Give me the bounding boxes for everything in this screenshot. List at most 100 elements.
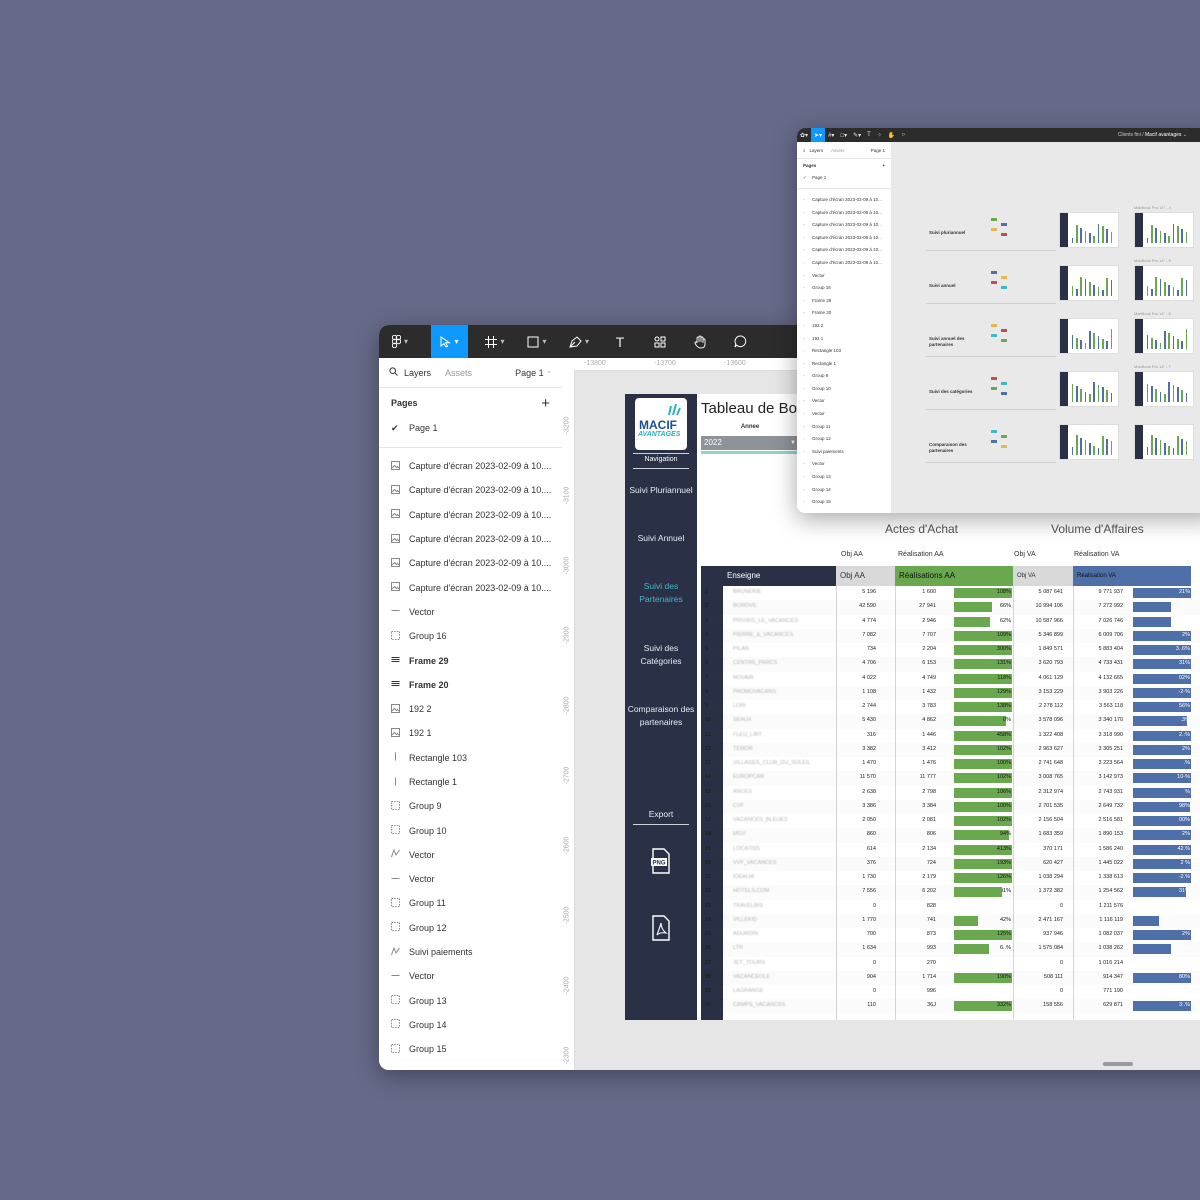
tab-assets[interactable]: Assets bbox=[831, 148, 845, 153]
table-row[interactable]: 6 CENTRE_PARCS 4 706 6 153 131% 3 620 793 4 73… bbox=[701, 657, 1200, 671]
table-row[interactable]: 28 VACANCEOLE 904 1 714 190% 508 111 914 347 80… bbox=[701, 971, 1200, 985]
table-header-real-va[interactable]: Réalisation VA bbox=[1073, 566, 1191, 586]
page-item[interactable]: ✔ Page 1 bbox=[379, 418, 562, 438]
table-row[interactable]: 17 VACANCES_BLEUES 2 050 2 081 102% 2 156 504… bbox=[701, 814, 1200, 828]
search-icon[interactable] bbox=[389, 367, 398, 378]
png-export-icon[interactable]: PNG bbox=[649, 848, 673, 874]
layer-item[interactable]: Rectangle 103 bbox=[379, 746, 562, 770]
pen-tool-button[interactable]: ✎▾ bbox=[850, 128, 864, 142]
layer-item[interactable]: Frame 29 bbox=[379, 648, 562, 672]
screen-thumbnail[interactable] bbox=[1059, 318, 1119, 354]
comment-tool-button[interactable] bbox=[720, 325, 760, 358]
layer-item[interactable]: 192 2 bbox=[379, 697, 562, 721]
layer-item[interactable]: ▫ Capture d'écran 2023-02-09 à 10... bbox=[797, 218, 891, 231]
screen-thumbnail[interactable] bbox=[1059, 371, 1119, 407]
layer-item[interactable]: Rectangle 1 bbox=[379, 770, 562, 794]
figma-logo-icon[interactable]: ▾ bbox=[379, 325, 421, 358]
table-row[interactable]: 9 LORI 2 744 3 783 138% 2 278 112 3 563 118 56% bbox=[701, 700, 1200, 714]
layer-item[interactable]: Group 13 bbox=[379, 989, 562, 1013]
layer-item[interactable]: Capture d'écran 2023-02-09 à 10.... bbox=[379, 454, 562, 478]
table-row[interactable]: 10 SEAUX 5 430 4 862 0% 3 578 096 3 340 170 .3% bbox=[701, 714, 1200, 728]
layer-item[interactable]: ▫ Group 11 bbox=[797, 420, 891, 433]
resources-tool-button[interactable] bbox=[640, 325, 680, 358]
layer-item[interactable]: Capture d'écran 2023-02-09 à 10.... bbox=[379, 575, 562, 599]
table-row[interactable]: 13 VILLAGES_CLUB_DU_SOLEIL 1 470 1 476 100% 2… bbox=[701, 757, 1200, 771]
layer-item[interactable]: Vector bbox=[379, 964, 562, 988]
layer-item[interactable]: ▫ Group 12 bbox=[797, 432, 891, 445]
table-row[interactable]: 20 VVF_VACANCES 376 724 193% 620 427 1 445 022… bbox=[701, 857, 1200, 871]
add-page-icon[interactable]: + bbox=[541, 395, 550, 412]
layer-item[interactable]: Group 14 bbox=[379, 1013, 562, 1037]
layer-item[interactable]: Vector bbox=[379, 843, 562, 867]
shape-tool-button[interactable]: □▾ bbox=[837, 128, 850, 142]
layer-item[interactable]: Group 10 bbox=[379, 818, 562, 842]
table-row[interactable]: 8 PROMOVACANS 1 108 1 432 129% 3 153 229 3 903… bbox=[701, 686, 1200, 700]
frame-tool-button[interactable]: #▾ bbox=[825, 128, 837, 142]
screen-thumbnail[interactable] bbox=[1134, 318, 1194, 354]
screen-thumbnail[interactable] bbox=[1059, 424, 1119, 460]
table-row[interactable]: 21 IDEALIA 1 730 2 179 126% 1 038 294 1 338 61… bbox=[701, 871, 1200, 885]
layer-item[interactable]: ▫ Vector bbox=[797, 269, 891, 282]
table-row[interactable]: 18 MGV 860 806 94% 1 683 359 1 890 153 2% bbox=[701, 828, 1200, 842]
layer-item[interactable]: ▫ Group 10 bbox=[797, 382, 891, 395]
breadcrumb-team[interactable]: Clients fini bbox=[1118, 132, 1141, 138]
components-icon[interactable]: ⁘ bbox=[874, 128, 885, 142]
table-row[interactable]: 23 TRAVELBIS 0 828 0 1 211 576 bbox=[701, 900, 1200, 914]
nav-item-suivi-annuel[interactable]: Suivi Annuel bbox=[625, 532, 697, 545]
layer-item[interactable]: ▫ Vector bbox=[797, 407, 891, 420]
pdf-export-icon[interactable] bbox=[649, 915, 673, 941]
layer-item[interactable]: ▫ Group 13 bbox=[797, 470, 891, 483]
layer-item[interactable]: Capture d'écran 2023-02-09 à 10.... bbox=[379, 551, 562, 575]
comment-icon[interactable]: ○ bbox=[898, 128, 908, 142]
layer-item[interactable]: ▫ Frame 20 bbox=[797, 307, 891, 320]
screen-thumbnail[interactable] bbox=[1059, 265, 1119, 301]
layer-item[interactable]: Capture d'écran 2023-02-09 à 10.... bbox=[379, 527, 562, 551]
layer-item[interactable]: ▫ Rectangle 1 bbox=[797, 357, 891, 370]
layer-item[interactable]: Capture d'écran 2023-02-09 à 10.... bbox=[379, 478, 562, 502]
layer-item[interactable]: 192 1 bbox=[379, 721, 562, 745]
layer-item[interactable]: Frame 20 bbox=[379, 673, 562, 697]
screen-thumbnail[interactable] bbox=[1134, 265, 1194, 301]
layer-item[interactable]: Vector bbox=[379, 867, 562, 891]
tab-assets[interactable]: Assets bbox=[445, 368, 472, 378]
layer-item[interactable]: ▫ Capture d'écran 2023-02-09 à 10... bbox=[797, 244, 891, 257]
table-header-enseigne[interactable]: Enseigne bbox=[701, 566, 836, 586]
layer-item[interactable]: ▫ Capture d'écran 2023-02-09 à 10... bbox=[797, 231, 891, 244]
layer-item[interactable]: ▫ Vector bbox=[797, 458, 891, 471]
table-row[interactable]: 2 BOROVE 42 590 27 941 66% 10 994 106 7 272 99… bbox=[701, 600, 1200, 614]
pen-tool-button[interactable]: ▾ bbox=[558, 325, 600, 358]
table-row[interactable]: 19 LOCATISS 614 2 134 413% 370 171 1 586 240 42… bbox=[701, 843, 1200, 857]
table-row[interactable]: 26 LTR 1 634 993 6..% 1 575 084 1 038 262 66% bbox=[701, 942, 1200, 956]
figma-logo-icon[interactable]: ✿▾ bbox=[797, 128, 811, 142]
layer-item[interactable]: ▫ Group 16 bbox=[797, 281, 891, 294]
year-select[interactable]: 2022 ▼ bbox=[701, 436, 799, 450]
layer-item[interactable]: Group 16 bbox=[379, 624, 562, 648]
add-page-icon[interactable]: + bbox=[882, 163, 885, 168]
canvas[interactable]: Suivi pluriannuel MacBook Pro 14" - 4 Suiv… bbox=[891, 142, 1200, 513]
layer-item[interactable]: ▫ Frame 29 bbox=[797, 294, 891, 307]
screen-thumbnail[interactable] bbox=[1134, 424, 1194, 460]
breadcrumb-file[interactable]: Macif avantages bbox=[1145, 132, 1181, 138]
table-row[interactable]: 29 LAGRANGE 0 996 0 771 190 bbox=[701, 985, 1200, 999]
layer-item[interactable]: ▫ Capture d'écran 2023-02-09 à 10... bbox=[797, 193, 891, 206]
layer-item[interactable]: ▫ Vector bbox=[797, 395, 891, 408]
scroll-handle[interactable] bbox=[1103, 1062, 1133, 1066]
table-row[interactable]: 25 ADURDIN 700 873 125% 937 946 1 082 037 2% bbox=[701, 928, 1200, 942]
table-row[interactable]: 15 ANCES 2 638 2 798 106% 2 312 974 2 743 931% bbox=[701, 786, 1200, 800]
move-tool-button[interactable]: ▾ bbox=[431, 325, 468, 358]
layer-item[interactable]: Capture d'écran 2023-02-09 à 10.... bbox=[379, 503, 562, 527]
layer-item[interactable]: Vector bbox=[379, 600, 562, 624]
table-row[interactable]: 24 VILLEKID 1 770 741 42% 2 471 167 1 116 119 4… bbox=[701, 914, 1200, 928]
screen-thumbnail[interactable] bbox=[1134, 371, 1194, 407]
layer-item[interactable]: ▫ Capture d'écran 2023-02-09 à 10... bbox=[797, 206, 891, 219]
page-selector[interactable]: Page 1 ⌃ bbox=[515, 368, 552, 378]
table-row[interactable]: 4 PIERRE_&_VACANCES 7 082 7 707 109% 5 346 89… bbox=[701, 629, 1200, 643]
table-row[interactable]: 14 EUROPCAR 11 570 11 777 102% 3 008 765 3 142… bbox=[701, 771, 1200, 785]
hand-tool-button[interactable] bbox=[680, 325, 720, 358]
search-icon[interactable]: ⌕ bbox=[803, 148, 806, 153]
table-row[interactable]: 3 PRIVIEG_LE_VACANCES 4 774 2 946 62% 10 587 … bbox=[701, 615, 1200, 629]
table-row[interactable]: 1 BRUNERIE 5 196 1 600 108% 5 087 641 9 771 93… bbox=[701, 586, 1200, 600]
table-row[interactable]: 22 HOTELS.COM 7 556 6 202 i1% 1 372 382 1 254 … bbox=[701, 885, 1200, 899]
table-row[interactable]: 16 CVF 3 386 3 384 100% 2 701 535 2 649 732 98% bbox=[701, 800, 1200, 814]
nav-item-suivi-pluriannuel[interactable]: Suivi Pluriannuel bbox=[625, 484, 697, 497]
